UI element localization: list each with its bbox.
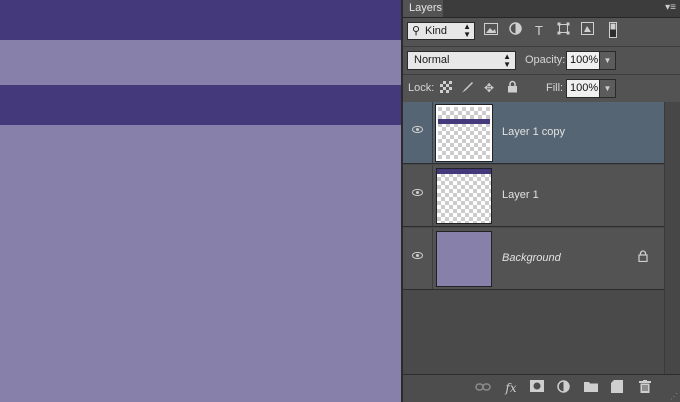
blend-row: Normal ▲ ▼ Opacity: 100% ▼ (403, 46, 680, 74)
layer-thumbnail (435, 104, 493, 162)
fill-input[interactable]: 100% (566, 79, 602, 98)
visibility-toggle[interactable] (403, 165, 433, 226)
new-layer-icon[interactable] (609, 380, 625, 396)
canvas-stripe-top (0, 0, 401, 40)
layer-thumbnail (436, 168, 492, 224)
shape-layer-filter-icon[interactable] (555, 22, 571, 40)
lock-row: Lock: ✥ Fill: 100% ▼ (403, 74, 680, 102)
tab-layers[interactable]: Layers (403, 0, 443, 17)
eye-icon (412, 126, 423, 133)
blend-mode-value: Normal (414, 54, 450, 66)
lock-all-icon[interactable] (504, 80, 520, 96)
filter-toggle-icon[interactable] (605, 22, 621, 40)
layers-panel: Layers ▾≡ ⚲ Kind ▲ ▼ T Normal ▲ ▼ Opacit… (403, 0, 680, 402)
fill-dropdown-button[interactable]: ▼ (599, 79, 616, 98)
lock-label: Lock: (408, 82, 435, 94)
layer-row-background[interactable]: Background (403, 228, 664, 290)
fill-label: Fill: (546, 82, 564, 94)
blend-mode-select[interactable]: Normal ▲ ▼ (407, 51, 516, 70)
layer-row-layer-1[interactable]: Layer 1 (403, 165, 664, 227)
layers-list: Layer 1 copy Layer 1 Background (403, 102, 664, 374)
panel-tab-bar: Layers ▾≡ (403, 0, 680, 18)
lock-position-icon[interactable]: ✥ (481, 80, 497, 96)
lock-icon (636, 250, 650, 264)
layer-name: Background (502, 252, 561, 264)
layers-scrollbar[interactable] (664, 102, 680, 374)
search-icon: ⚲ (412, 25, 421, 37)
thumbnail-stripe (438, 119, 490, 124)
panel-menu-icon[interactable]: ▾≡ (665, 2, 676, 14)
smart-object-filter-icon[interactable] (579, 22, 595, 40)
canvas-stripe-middle (0, 85, 401, 125)
new-group-icon[interactable] (583, 380, 599, 396)
layer-name: Layer 1 (502, 189, 539, 201)
select-arrows-icon: ▲ ▼ (503, 52, 511, 69)
type-layer-filter-icon[interactable]: T (531, 22, 547, 40)
layer-row-layer-1-copy[interactable]: Layer 1 copy (403, 102, 664, 164)
layers-bottom-toolbar: fx ⋰ (403, 374, 680, 402)
opacity-label: Opacity: (525, 54, 566, 66)
visibility-toggle[interactable] (403, 228, 433, 289)
lock-transparent-pixels-icon[interactable] (440, 81, 452, 93)
layer-thumbnail (436, 231, 492, 287)
opacity-dropdown-button[interactable]: ▼ (599, 51, 616, 70)
layer-name: Layer 1 copy (502, 126, 565, 138)
adjustment-layer-filter-icon[interactable] (507, 22, 523, 40)
filter-row: ⚲ Kind ▲ ▼ T (403, 18, 680, 45)
resize-grip-icon[interactable]: ⋰ (670, 393, 678, 401)
delete-layer-icon[interactable] (637, 380, 653, 396)
select-arrows-icon: ▲ ▼ (463, 22, 471, 39)
opacity-input[interactable]: 100% (566, 51, 602, 70)
thumbnail-stripe (437, 169, 491, 174)
document-canvas[interactable] (0, 0, 401, 402)
pixel-layer-filter-icon[interactable] (483, 22, 499, 40)
eye-icon (412, 189, 423, 196)
fx-icon[interactable]: fx (503, 380, 519, 396)
eye-icon (412, 252, 423, 259)
kind-filter-label: Kind (425, 25, 448, 37)
adjustment-layer-icon[interactable] (555, 380, 571, 396)
link-layers-icon[interactable] (475, 380, 491, 396)
visibility-toggle[interactable] (403, 102, 433, 163)
lock-image-pixels-icon[interactable] (459, 80, 475, 96)
add-mask-icon[interactable] (529, 380, 545, 396)
kind-filter-select[interactable]: ⚲ Kind ▲ ▼ (407, 22, 475, 40)
